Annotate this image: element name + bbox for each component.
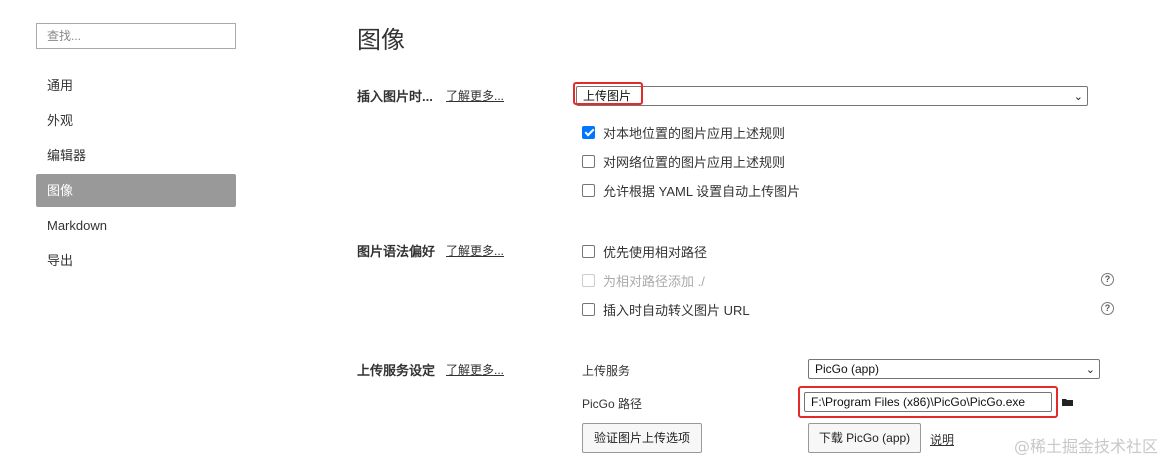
sidebar-item-appearance[interactable]: 外观 bbox=[36, 104, 236, 137]
help-icon[interactable]: ? bbox=[1101, 302, 1114, 315]
download-picgo-button[interactable]: 下载 PicGo (app) bbox=[808, 423, 921, 453]
help-icon[interactable]: ? bbox=[1101, 273, 1114, 286]
sidebar: 通用 外观 编辑器 图像 Markdown 导出 bbox=[0, 0, 260, 465]
explain-link[interactable]: 说明 bbox=[930, 431, 954, 448]
insert-image-section-title: 插入图片时... bbox=[357, 89, 433, 104]
syntax-pref-learn-more-link[interactable]: 了解更多... bbox=[446, 242, 504, 259]
option-label: 允许根据 YAML 设置自动上传图片 bbox=[603, 183, 801, 199]
insert-image-action-select[interactable]: 上传图片 ⌄ bbox=[576, 86, 1088, 106]
folder-icon[interactable] bbox=[1062, 398, 1073, 406]
sidebar-item-image[interactable]: 图像 bbox=[36, 174, 236, 207]
checkbox-checked[interactable] bbox=[582, 125, 595, 139]
insert-image-action-value: 上传图片 bbox=[583, 89, 632, 103]
main-panel: 图像 插入图片时... 了解更多... 上传图片 ⌄ 对本地位置的图片应用上述规… bbox=[357, 0, 1165, 465]
picgo-path-input[interactable]: F:\Program Files (x86)\PicGo\PicGo.exe bbox=[804, 392, 1052, 412]
option-label: 对本地位置的图片应用上述规则 bbox=[603, 125, 786, 141]
insert-image-learn-more-link[interactable]: 了解更多... bbox=[446, 87, 504, 104]
option-label: 优先使用相对路径 bbox=[603, 244, 708, 260]
sidebar-nav: 通用 外观 编辑器 图像 Markdown 导出 bbox=[36, 69, 236, 279]
option-label: 对网络位置的图片应用上述规则 bbox=[603, 154, 786, 170]
upload-learn-more-link[interactable]: 了解更多... bbox=[446, 361, 504, 378]
chevron-down-icon: ⌄ bbox=[1085, 364, 1095, 376]
checkbox[interactable] bbox=[582, 154, 595, 168]
sidebar-item-general[interactable]: 通用 bbox=[36, 69, 236, 102]
upload-service-label: 上传服务 bbox=[582, 364, 631, 378]
sidebar-item-export[interactable]: 导出 bbox=[36, 244, 236, 277]
preferences-window: 通用 外观 编辑器 图像 Markdown 导出 图像 插入图片时... 了解更… bbox=[0, 0, 1165, 465]
upload-service-select[interactable]: PicGo (app) ⌄ bbox=[808, 359, 1100, 379]
checkbox[interactable] bbox=[582, 302, 595, 316]
option-local-images[interactable]: 对本地位置的图片应用上述规则 bbox=[582, 122, 785, 142]
checkbox[interactable] bbox=[582, 244, 595, 258]
page-title: 图像 bbox=[357, 26, 405, 54]
checkbox-disabled bbox=[582, 273, 595, 287]
sidebar-item-markdown[interactable]: Markdown bbox=[36, 209, 236, 242]
watermark: @稀土掘金技术社区 bbox=[1013, 437, 1158, 456]
option-label: 插入时自动转义图片 URL bbox=[603, 302, 750, 318]
checkbox[interactable] bbox=[582, 183, 595, 197]
sidebar-item-editor[interactable]: 编辑器 bbox=[36, 139, 236, 172]
option-network-images[interactable]: 对网络位置的图片应用上述规则 bbox=[582, 151, 785, 171]
upload-section-title: 上传服务设定 bbox=[357, 363, 436, 378]
option-yaml-upload[interactable]: 允许根据 YAML 设置自动上传图片 bbox=[582, 180, 800, 200]
option-escape-url[interactable]: 插入时自动转义图片 URL bbox=[582, 299, 750, 319]
search-input[interactable] bbox=[36, 23, 236, 49]
option-add-dot-slash: 为相对路径添加 ./ bbox=[582, 270, 705, 290]
verify-upload-button[interactable]: 验证图片上传选项 bbox=[582, 423, 702, 453]
picgo-path-value: F:\Program Files (x86)\PicGo\PicGo.exe bbox=[811, 395, 1026, 409]
chevron-down-icon: ⌄ bbox=[1073, 91, 1083, 103]
syntax-pref-section-title: 图片语法偏好 bbox=[357, 244, 436, 259]
upload-service-value: PicGo (app) bbox=[815, 362, 880, 376]
option-label: 为相对路径添加 ./ bbox=[603, 273, 705, 289]
picgo-path-label: PicGo 路径 bbox=[582, 397, 643, 411]
option-prefer-relative[interactable]: 优先使用相对路径 bbox=[582, 241, 707, 261]
